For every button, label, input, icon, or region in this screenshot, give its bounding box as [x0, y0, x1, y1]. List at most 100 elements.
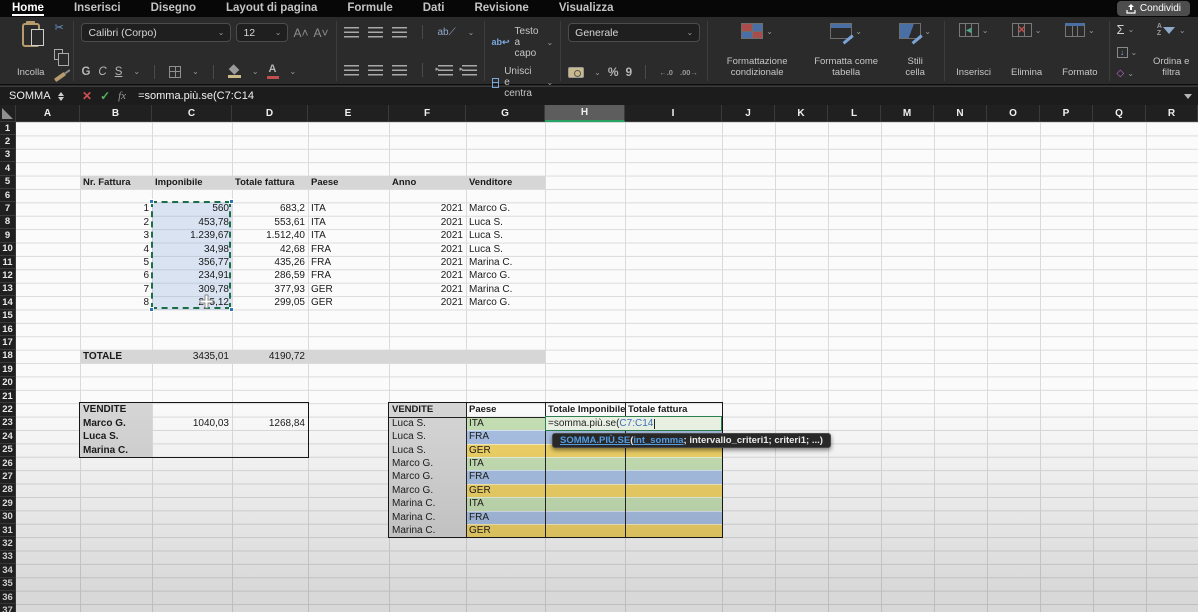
- underline-button[interactable]: S: [115, 66, 123, 78]
- row-header-36[interactable]: 36: [0, 591, 16, 604]
- column-header-M[interactable]: M: [881, 105, 934, 122]
- row-header-14[interactable]: 14: [0, 296, 16, 309]
- comma-style-button[interactable]: 9: [626, 65, 633, 79]
- country-row-seller[interactable]: Luca S.: [389, 444, 466, 457]
- row-header-11[interactable]: 11: [0, 256, 16, 269]
- cell-B12[interactable]: 6: [80, 269, 152, 282]
- invoice-header-5[interactable]: Anno: [389, 176, 466, 189]
- cell-G14[interactable]: Marco G.: [466, 296, 545, 309]
- name-box[interactable]: SOMMA: [0, 90, 58, 102]
- cell-D13[interactable]: 377,93: [232, 283, 308, 296]
- row-header-1[interactable]: 1: [0, 122, 16, 135]
- seller-fattura[interactable]: 1268,84: [232, 417, 308, 430]
- country-row-paese[interactable]: FRA: [466, 470, 545, 483]
- cell-D7[interactable]: 683,2: [232, 202, 308, 215]
- country-row-seller[interactable]: Marco G.: [389, 457, 466, 470]
- fill-button[interactable]: ↓⌄: [1117, 47, 1138, 58]
- confirm-entry-icon[interactable]: ✓: [100, 89, 110, 103]
- align-middle-button[interactable]: [368, 27, 383, 38]
- align-left-button[interactable]: [344, 65, 359, 76]
- cell-E14[interactable]: GER: [308, 296, 389, 309]
- country-row-paese[interactable]: GER: [466, 524, 545, 537]
- cell-D12[interactable]: 286,59: [232, 269, 308, 282]
- cell-E9[interactable]: ITA: [308, 229, 389, 242]
- tab-layout-di-pagina[interactable]: Layout di pagina: [226, 0, 317, 17]
- cell-F13[interactable]: 2021: [389, 283, 466, 296]
- formula-input[interactable]: =somma.più.se(C7:C14: [138, 90, 1184, 102]
- column-header-L[interactable]: L: [828, 105, 881, 122]
- column-header-A[interactable]: A: [16, 105, 80, 122]
- cell-E13[interactable]: GER: [308, 283, 389, 296]
- delete-cells-button[interactable]: ✕⌄ Elimina: [1007, 21, 1046, 81]
- select-all-corner[interactable]: [0, 105, 16, 122]
- borders-button[interactable]: [169, 66, 181, 78]
- column-header-E[interactable]: E: [308, 105, 389, 122]
- row-header-32[interactable]: 32: [0, 537, 16, 550]
- row-header-25[interactable]: 25: [0, 444, 16, 457]
- cell-G7[interactable]: Marco G.: [466, 202, 545, 215]
- align-bottom-button[interactable]: [392, 27, 407, 38]
- row-header-24[interactable]: 24: [0, 430, 16, 443]
- bold-button[interactable]: G: [81, 66, 90, 78]
- row-header-33[interactable]: 33: [0, 551, 16, 564]
- cell-E10[interactable]: FRA: [308, 243, 389, 256]
- row-header-9[interactable]: 9: [0, 229, 16, 242]
- number-format-select[interactable]: Generale⌄: [568, 23, 700, 42]
- country-row-seller[interactable]: Marina C.: [389, 524, 466, 537]
- cell-F12[interactable]: 2021: [389, 269, 466, 282]
- tab-formule[interactable]: Formule: [347, 0, 392, 17]
- seller-name[interactable]: Marina C.: [80, 444, 152, 457]
- tab-inserisci[interactable]: Inserisci: [74, 0, 121, 17]
- column-header-F[interactable]: F: [389, 105, 466, 122]
- conditional-formatting-button[interactable]: ⌄ Formattazione condizionale: [715, 21, 799, 81]
- cell-F14[interactable]: 2021: [389, 296, 466, 309]
- country-row-seller[interactable]: Marina C.: [389, 511, 466, 524]
- tooltip-current-arg[interactable]: int_somma: [633, 435, 683, 446]
- cell-styles-button[interactable]: ⌄ Stili cella: [893, 21, 937, 81]
- cell-D8[interactable]: 553,61: [232, 216, 308, 229]
- invoice-header-6[interactable]: Venditore: [466, 176, 545, 189]
- total-fattura[interactable]: 4190,72: [232, 350, 308, 363]
- country-row-seller[interactable]: Luca S.: [389, 430, 466, 443]
- decrease-font-size-button[interactable]: A˅: [313, 26, 328, 40]
- cell-B9[interactable]: 3: [80, 229, 152, 242]
- cell-E12[interactable]: FRA: [308, 269, 389, 282]
- invoice-header-2[interactable]: Imponibile: [152, 176, 232, 189]
- merge-center-button[interactable]: Unisci e centra⌄: [492, 66, 554, 99]
- column-header-I[interactable]: I: [625, 105, 722, 122]
- tab-home[interactable]: Home: [12, 0, 44, 17]
- column-header-R[interactable]: R: [1146, 105, 1198, 122]
- row-header-2[interactable]: 2: [0, 135, 16, 148]
- row-header-35[interactable]: 35: [0, 578, 16, 591]
- column-header-D[interactable]: D: [232, 105, 308, 122]
- cell-B14[interactable]: 8: [80, 296, 152, 309]
- country-table-header-1[interactable]: VENDITE: [389, 403, 466, 416]
- country-row-paese[interactable]: GER: [466, 484, 545, 497]
- row-header-7[interactable]: 7: [0, 202, 16, 215]
- font-size-select[interactable]: 12⌄: [236, 23, 288, 42]
- country-row-paese[interactable]: FRA: [466, 430, 545, 443]
- increase-font-size-button[interactable]: A˄: [293, 26, 308, 40]
- seller-imponibile[interactable]: 1040,03: [152, 417, 232, 430]
- row-header-8[interactable]: 8: [0, 216, 16, 229]
- cell-F9[interactable]: 2021: [389, 229, 466, 242]
- row-header-13[interactable]: 13: [0, 283, 16, 296]
- column-header-P[interactable]: P: [1040, 105, 1093, 122]
- format-painter-button[interactable]: [54, 75, 66, 79]
- row-header-17[interactable]: 17: [0, 336, 16, 349]
- cell-B10[interactable]: 4: [80, 243, 152, 256]
- cell-B7[interactable]: 1: [80, 202, 152, 215]
- cell-D11[interactable]: 435,26: [232, 256, 308, 269]
- country-row-paese[interactable]: GER: [466, 444, 545, 457]
- align-center-button[interactable]: [368, 65, 383, 76]
- row-header-21[interactable]: 21: [0, 390, 16, 403]
- row-header-22[interactable]: 22: [0, 403, 16, 416]
- share-button[interactable]: Condividi: [1117, 1, 1190, 16]
- increase-indent-button[interactable]: [462, 65, 477, 76]
- copy-button[interactable]: [54, 49, 66, 60]
- country-row-paese[interactable]: FRA: [466, 511, 545, 524]
- cell-G12[interactable]: Marco G.: [466, 269, 545, 282]
- sales-by-seller-title[interactable]: VENDITE: [80, 403, 152, 416]
- fill-color-button[interactable]: [228, 66, 241, 78]
- font-name-select[interactable]: Calibri (Corpo)⌄: [81, 23, 231, 42]
